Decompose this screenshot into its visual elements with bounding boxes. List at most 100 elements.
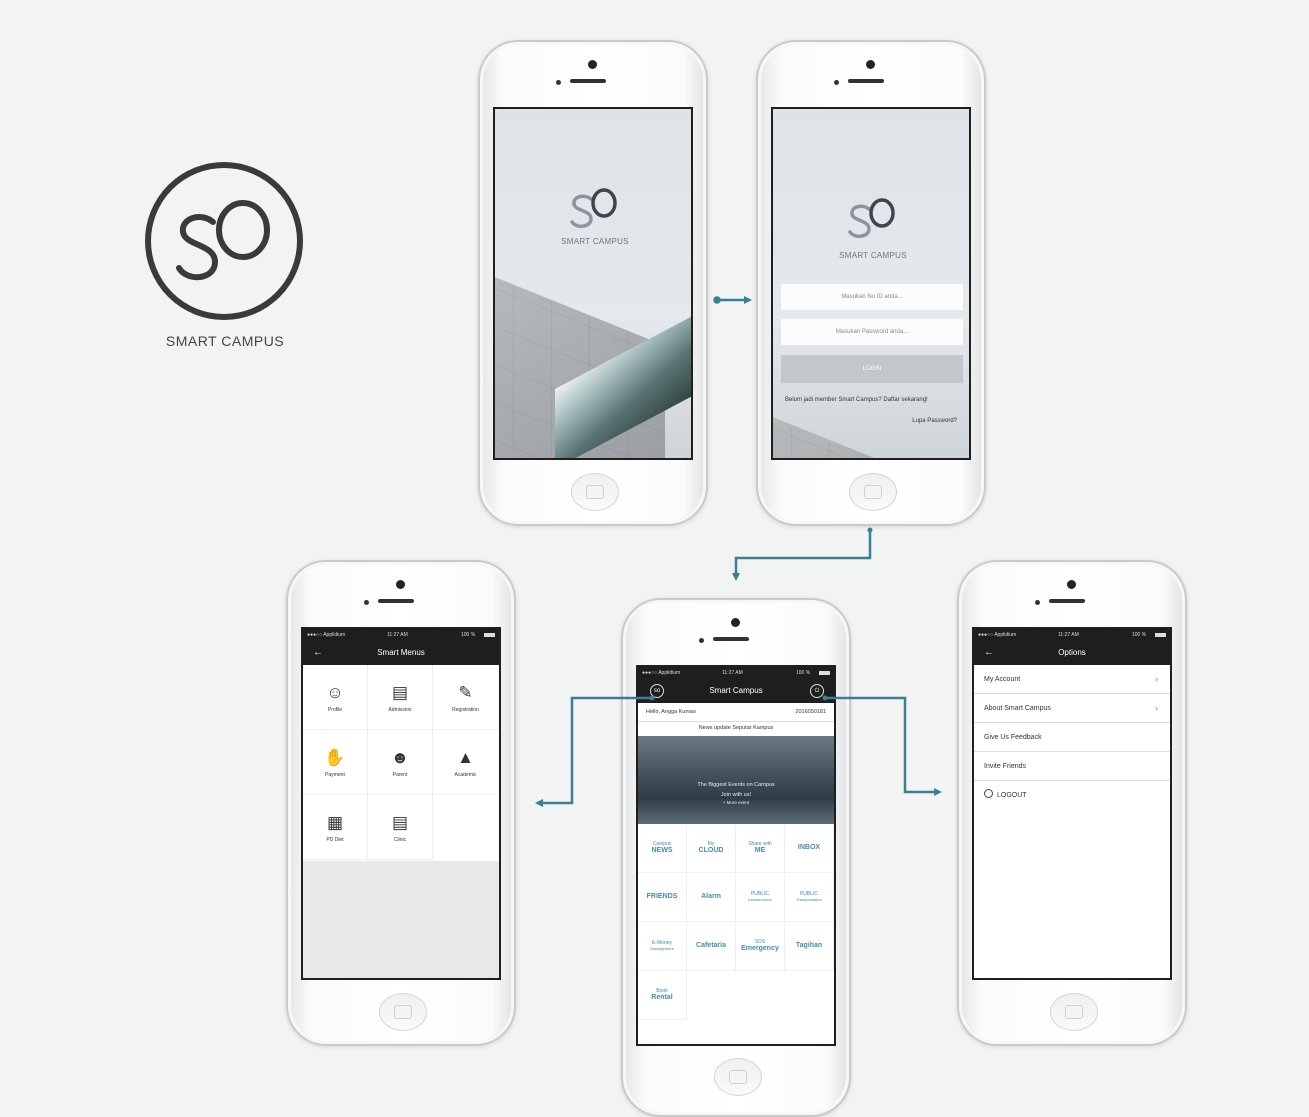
time-text: 11:27 AM (722, 670, 743, 676)
feature-tile[interactable]: Book Rental (638, 971, 687, 1020)
home-button[interactable] (849, 473, 897, 511)
feature-tile-text: INBOX (798, 844, 820, 851)
tile-label: Emergency (741, 944, 779, 952)
feature-tiles: Campus NEWS My CLOUD Share with ME INBOX FRIEND… (638, 824, 834, 1024)
tile-label: Management (650, 945, 674, 951)
graduation-cap-icon: ▲ (457, 748, 474, 767)
banner-line-3[interactable]: + More event (638, 800, 834, 805)
pd-icon: ▦ (326, 813, 344, 832)
menu-item-label: Clinic (393, 837, 407, 843)
option-about[interactable]: About Smart Campus › (974, 694, 1170, 723)
student-id: 2016050181 (795, 709, 826, 715)
menu-item-profile[interactable]: ☺ Profile (303, 665, 368, 730)
app-name: SMART CAMPUS (561, 237, 629, 246)
phone-home: ●●●○○ Applidium 11:27 AM 100 % so Smart … (621, 598, 851, 1117)
sensor (834, 80, 839, 85)
carrier-text: ●●●○○ Applidium (642, 670, 681, 676)
menu-item-label: Profile (327, 707, 343, 713)
smart-campus-logo (145, 162, 303, 320)
connector-login-home (734, 530, 872, 575)
tile-label: Cafetaria (696, 942, 726, 950)
phone-smart-menus: ●●●○○ Applidium 11:27 AM 100 % ← Smart M… (286, 560, 516, 1046)
id-input[interactable]: Masukan No ID anda... (781, 284, 963, 310)
feature-tile[interactable]: INBOX (785, 824, 834, 873)
tile-label: Infrastructure (748, 896, 772, 902)
time-text: 11:27 AM (1058, 632, 1079, 638)
menu-item-academic[interactable]: ▲ Academic (433, 730, 498, 795)
menu-item-admission[interactable]: ▤ Admission (368, 665, 433, 730)
feature-tile[interactable]: PUBLIC Transportation (785, 873, 834, 922)
battery-icon (484, 633, 495, 637)
menu-item-label: Admission (388, 707, 412, 713)
speaker (713, 637, 749, 641)
arrow-head (535, 799, 543, 807)
battery-text: 100 % (796, 670, 811, 676)
page-title: Options (1058, 648, 1086, 657)
home-button[interactable] (1050, 993, 1098, 1031)
menu-item-pd[interactable]: ▦ PD Diet (303, 795, 368, 860)
greeting-row: Hello, Angga Kuniao 2016050181 (638, 703, 834, 722)
splash-screen: SMART CAMPUS (493, 107, 693, 460)
menu-item-parent[interactable]: ☻ Parent (368, 730, 433, 795)
home-button[interactable] (571, 473, 619, 511)
feature-tile[interactable]: Cafetaria (687, 922, 736, 971)
feature-tile[interactable]: PUBLIC Infrastructure (736, 873, 785, 922)
battery-icon (819, 671, 830, 675)
login-button[interactable]: LOGIN (781, 355, 963, 383)
speaker (378, 599, 414, 603)
speaker (1049, 599, 1085, 603)
app-name: SMART CAMPUS (839, 251, 907, 260)
feature-tile-text: PUBLIC Infrastructure (748, 892, 772, 902)
sensor (699, 638, 704, 643)
feature-tile[interactable]: Share with ME (736, 824, 785, 873)
feature-tile[interactable]: Tagihan (785, 922, 834, 971)
nav-bar: so Smart Campus ⏻ (638, 679, 834, 703)
forgot-password-link[interactable]: Lupa Password? (912, 418, 957, 424)
tile-label: FRIENDS (646, 893, 678, 901)
menu-item-registration[interactable]: ✎ Registration (433, 665, 498, 730)
nav-bar: ← Smart Menus (303, 641, 499, 665)
menu-item-clinic[interactable]: ▤ Clinic (368, 795, 433, 860)
power-icon (984, 789, 993, 798)
camera (731, 618, 740, 627)
option-label: My Account (984, 676, 1021, 683)
nav-bar: ← Options (974, 641, 1170, 665)
feature-tile[interactable]: E-Money Management (638, 922, 687, 971)
menu-item-payment[interactable]: ✋ Payment (303, 730, 368, 795)
registration-icon: ✎ (458, 683, 473, 702)
feature-tile-text: PUBLIC Transportation (796, 892, 822, 902)
parent-icon: ☻ (391, 748, 409, 767)
power-icon[interactable]: ⏻ (810, 684, 824, 698)
feature-tile[interactable]: SOS Emergency (736, 922, 785, 971)
back-arrow-icon[interactable]: ← (313, 641, 323, 665)
feature-tile[interactable]: My CLOUD (687, 824, 736, 873)
home-button[interactable] (379, 993, 427, 1031)
option-my-account[interactable]: My Account › (974, 665, 1170, 694)
home-screen: ●●●○○ Applidium 11:27 AM 100 % so Smart … (636, 665, 836, 1046)
home-button[interactable] (714, 1058, 762, 1096)
feature-tile[interactable]: Alarm (687, 873, 736, 922)
connector-dot (713, 296, 721, 304)
option-feedback[interactable]: Give Us Feedback (974, 723, 1170, 752)
chevron-right-icon: › (1155, 674, 1158, 684)
greeting-text: Hello, Angga Kuniao (646, 709, 696, 715)
status-bar: ●●●○○ Applidium 11:27 AM 100 % (638, 667, 834, 679)
feature-tile[interactable]: Campus NEWS (638, 824, 687, 873)
feature-tile[interactable]: FRIENDS (638, 873, 687, 922)
payment-icon: ✋ (324, 748, 346, 767)
option-invite[interactable]: Invite Friends (974, 752, 1170, 781)
feature-tile-text: Cafetaria (696, 942, 726, 949)
banner-line-1: The Biggest Events on Campus (697, 782, 775, 788)
back-arrow-icon[interactable]: ← (984, 641, 994, 665)
tile-label: NEWS (651, 846, 673, 854)
arrow-head (732, 573, 740, 581)
menu-logo-icon[interactable]: so (650, 684, 664, 698)
feature-tile-text: Tagihan (796, 942, 822, 949)
logout-button[interactable]: LOGOUT (974, 781, 1170, 810)
camera (396, 580, 405, 589)
password-input[interactable]: Masukan Password anda... (781, 319, 963, 345)
register-link[interactable]: Belum jadi member Smart Campus? Daftar s… (785, 397, 928, 403)
news-banner[interactable]: The Biggest Events on Campus Join with u… (638, 736, 834, 824)
sensor (364, 600, 369, 605)
tile-label: ME (754, 846, 766, 854)
